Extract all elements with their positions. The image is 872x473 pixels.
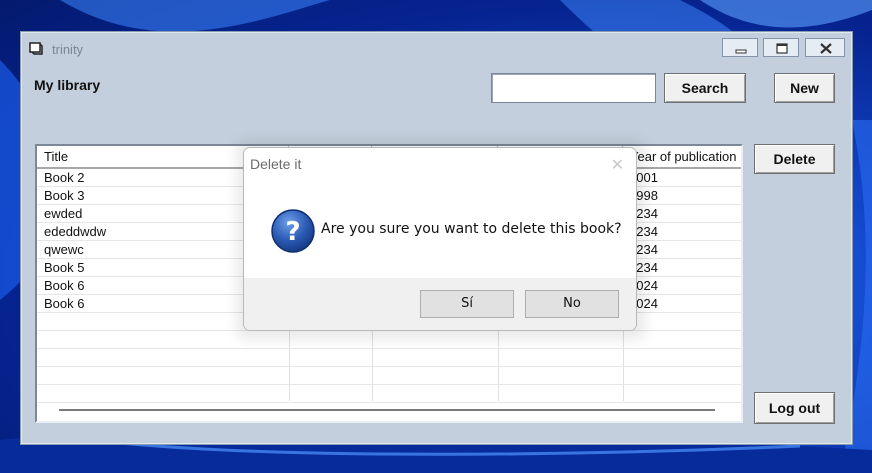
no-button[interactable]: No	[525, 290, 619, 318]
dialog-footer: Sí No	[244, 278, 636, 330]
dialog-body: ? Are you sure you want to delete this b…	[244, 181, 636, 278]
search-input[interactable]	[491, 73, 656, 103]
minimize-icon	[735, 49, 747, 54]
dialog-message: Are you sure you want to delete this boo…	[321, 221, 622, 237]
library-label: My library	[34, 77, 101, 93]
search-button[interactable]: Search	[664, 73, 746, 103]
maximize-icon	[776, 43, 788, 54]
question-icon: ?	[270, 208, 316, 254]
close-icon	[820, 43, 832, 54]
table-row-empty	[37, 385, 741, 403]
delete-button[interactable]: Delete	[754, 144, 835, 174]
new-button[interactable]: New	[774, 73, 835, 103]
table-row-empty	[37, 349, 741, 367]
svg-text:?: ?	[285, 217, 300, 247]
title-bar: trinity	[21, 32, 852, 65]
confirm-dialog: Delete it ✕ ? Are you sure you want to d…	[243, 147, 637, 331]
horizontal-scrollbar[interactable]	[59, 409, 715, 411]
minimize-button[interactable]	[722, 38, 758, 57]
app-icon	[29, 41, 43, 55]
table-row-empty	[37, 367, 741, 385]
close-button[interactable]	[805, 38, 845, 57]
maximize-button[interactable]	[763, 38, 799, 57]
window-title: trinity	[52, 42, 84, 57]
yes-button[interactable]: Sí	[420, 290, 514, 318]
dialog-close-icon[interactable]: ✕	[611, 155, 624, 175]
dialog-title: Delete it	[250, 156, 302, 172]
logout-button[interactable]: Log out	[754, 392, 835, 424]
